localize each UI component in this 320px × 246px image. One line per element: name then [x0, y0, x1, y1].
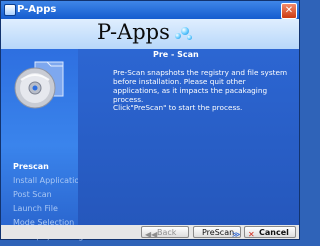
- step-launch-file: Launch File: [13, 204, 58, 213]
- titlebar[interactable]: P-Apps ✕: [1, 1, 299, 19]
- back-arrow-icon: ◀◀: [145, 230, 158, 239]
- forward-arrows-icon: ≫: [232, 230, 241, 239]
- x-icon: ✕: [248, 230, 255, 239]
- prescan-button[interactable]: PreScan ≫: [193, 226, 241, 239]
- cd-icon: [14, 61, 64, 109]
- button-bar: ◀◀ Back PreScan ≫ ✕ Cancel: [1, 225, 299, 239]
- step-post-scan: Post Scan: [13, 190, 52, 199]
- app-icon: [4, 4, 16, 16]
- content-panel: Pre - Scan Pre-Scan snapshots the regist…: [78, 49, 299, 225]
- step-prescan: Prescan: [13, 162, 49, 171]
- sidebar: Prescan Install Application Post Scan La…: [1, 49, 84, 241]
- header-banner: P-Apps: [1, 19, 299, 49]
- installer-window: P-Apps ✕ P-Apps Prescan Install Applicat…: [0, 0, 300, 241]
- brand-logo-text: P-Apps: [97, 20, 170, 44]
- prescan-hint-text: Click"PreScan" to start the process.: [113, 103, 243, 112]
- step-install-application: Install Application: [13, 176, 85, 185]
- window-title: P-Apps: [17, 4, 57, 15]
- close-icon: ✕: [284, 5, 294, 16]
- page-title: Pre - Scan: [153, 50, 199, 59]
- close-button[interactable]: ✕: [281, 3, 297, 19]
- back-button[interactable]: ◀◀ Back: [141, 226, 189, 239]
- cancel-button[interactable]: ✕ Cancel: [244, 226, 296, 239]
- instructions-text: Pre-Scan snapshots the registry and file…: [113, 68, 288, 104]
- bubbles-icon: [175, 25, 193, 41]
